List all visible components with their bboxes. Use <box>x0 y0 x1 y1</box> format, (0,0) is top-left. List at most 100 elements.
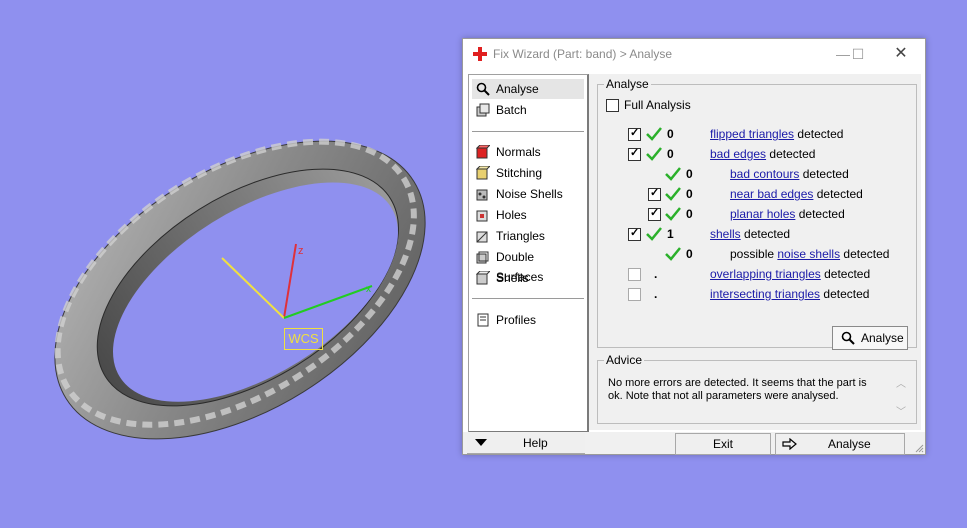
analyse-legend: Analyse <box>604 77 651 91</box>
noise-shells-count: 0 <box>686 247 693 261</box>
flipped-triangles-checkbox[interactable] <box>628 126 641 141</box>
analyse-label: Analyse <box>828 437 871 451</box>
nav-label: Holes <box>496 208 527 222</box>
bad-edges-link[interactable]: bad edges <box>710 147 766 161</box>
nav-label: Shells <box>496 271 529 285</box>
detected-text: detected <box>744 227 791 241</box>
check-icon <box>665 187 681 201</box>
near-bad-edges-row: near bad edges detected <box>730 187 863 201</box>
wcs-label: WCS <box>284 328 323 350</box>
arrow-right-icon <box>782 438 797 450</box>
intersecting-triangles-link[interactable]: intersecting triangles <box>710 287 820 301</box>
intersecting-triangles-checkbox[interactable] <box>628 288 641 301</box>
detected-text: detected <box>769 147 816 161</box>
analyse-panel: Analyse Full Analysis 0 flipped triangle… <box>589 74 921 430</box>
planar-holes-checkbox[interactable] <box>648 206 661 221</box>
overlapping-triangles-checkbox[interactable] <box>628 268 641 281</box>
bad-edges-checkbox[interactable] <box>628 146 641 161</box>
noise-shells-icon <box>476 189 488 201</box>
full-analysis-checkbox[interactable] <box>606 99 619 112</box>
nav-item-holes[interactable]: Holes <box>472 205 584 225</box>
close-button[interactable]: ✕ <box>886 43 916 65</box>
planar-holes-count: 0 <box>686 207 693 221</box>
flipped-triangles-link[interactable]: flipped triangles <box>710 127 794 141</box>
overlapping-triangles-row: overlapping triangles detected <box>710 267 870 281</box>
magnifier-icon <box>841 331 855 345</box>
button-bar: Help Exit Analyse <box>463 432 925 455</box>
help-label: Help <box>523 436 548 450</box>
bad-contours-row: bad contours detected <box>730 167 849 181</box>
nav-item-double-surfaces[interactable]: Double Surfaces <box>472 247 584 284</box>
overlapping-triangles-count: . <box>654 267 658 281</box>
nav-item-shells[interactable]: Shells <box>472 268 584 288</box>
advice-legend: Advice <box>604 353 645 367</box>
shells-link[interactable]: shells <box>710 227 741 241</box>
bad-contours-link[interactable]: bad contours <box>730 167 799 181</box>
title-bar[interactable]: Fix Wizard (Part: band) > Analyse — ☐ ✕ <box>463 39 925 70</box>
nav-item-triangles[interactable]: Triangles <box>472 226 584 246</box>
nav-label: Batch <box>496 103 527 117</box>
scroll-up-icon[interactable]: ︿ <box>896 375 906 390</box>
nav-item-normals[interactable]: Normals <box>472 142 584 162</box>
bad-edges-count: 0 <box>667 147 674 161</box>
shells-checkbox[interactable] <box>628 226 641 241</box>
noise-shells-link[interactable]: noise shells <box>777 247 840 261</box>
scroll-down-icon[interactable]: ﹀ <box>896 403 906 418</box>
detected-text: detected <box>797 127 844 141</box>
nav-label: Triangles <box>496 229 545 243</box>
detected-text: detected <box>816 187 863 201</box>
triangle-down-icon <box>475 439 487 446</box>
fix-wizard-dialog: Fix Wizard (Part: band) > Analyse — ☐ ✕ … <box>462 38 926 455</box>
nav-label: Stitching <box>496 166 543 180</box>
nav-label: Profiles <box>496 313 537 327</box>
magnifier-icon <box>476 82 490 96</box>
nav-label: Normals <box>496 145 541 159</box>
flipped-triangles-row: flipped triangles detected <box>710 127 843 141</box>
nav-label: Analyse <box>496 82 539 96</box>
axis-z-label: z <box>298 245 304 257</box>
check-icon <box>665 247 681 261</box>
stitching-cube-icon <box>476 166 490 180</box>
near-bad-edges-checkbox[interactable] <box>648 186 661 201</box>
wizard-nav: Analyse Batch Normals Stitching Noise Sh… <box>468 74 589 433</box>
nav-divider <box>472 298 584 299</box>
nav-item-batch[interactable]: Batch <box>472 100 584 120</box>
planar-holes-link[interactable]: planar holes <box>730 207 795 221</box>
shells-row: shells detected <box>710 227 790 241</box>
detected-text: detected <box>802 167 849 181</box>
resize-grip-icon[interactable] <box>914 443 924 453</box>
intersecting-triangles-count: . <box>654 287 658 301</box>
batch-icon <box>476 103 490 117</box>
analyse-button[interactable]: Analyse <box>775 433 905 455</box>
3d-viewport[interactable]: z x WCS <box>0 0 460 525</box>
bad-contours-count: 0 <box>686 167 693 181</box>
nav-item-stitching[interactable]: Stitching <box>472 163 584 183</box>
check-icon <box>646 147 662 161</box>
nav-item-analyse[interactable]: Analyse <box>472 79 584 99</box>
nav-item-noise-shells[interactable]: Noise Shells <box>472 184 584 204</box>
check-icon <box>646 227 662 241</box>
flipped-triangles-count: 0 <box>667 127 674 141</box>
exit-button[interactable]: Exit <box>675 433 771 455</box>
nav-label: Noise Shells <box>496 187 563 201</box>
exit-label: Exit <box>712 437 733 451</box>
normals-cube-icon <box>476 145 490 159</box>
holes-cube-icon <box>476 210 488 222</box>
detected-text: detected <box>824 267 871 281</box>
maximize-button[interactable]: ☐ <box>843 43 873 65</box>
near-bad-edges-link[interactable]: near bad edges <box>730 187 813 201</box>
detected-text: detected <box>843 247 890 261</box>
help-button[interactable]: Help <box>467 433 585 454</box>
near-bad-edges-count: 0 <box>686 187 693 201</box>
possible-text: possible <box>730 247 775 261</box>
overlapping-triangles-link[interactable]: overlapping triangles <box>710 267 821 281</box>
analyse-run-button[interactable]: Analyse <box>832 326 908 350</box>
intersecting-triangles-row: intersecting triangles detected <box>710 287 869 301</box>
shells-cube-icon <box>476 271 490 285</box>
noise-shells-row: possible noise shells detected <box>730 247 889 261</box>
triangles-cube-icon <box>476 231 488 243</box>
nav-divider <box>472 131 584 132</box>
advice-text: No more errors are detected. It seems th… <box>608 377 867 402</box>
nav-item-profiles[interactable]: Profiles <box>472 310 584 330</box>
check-icon <box>665 167 681 181</box>
